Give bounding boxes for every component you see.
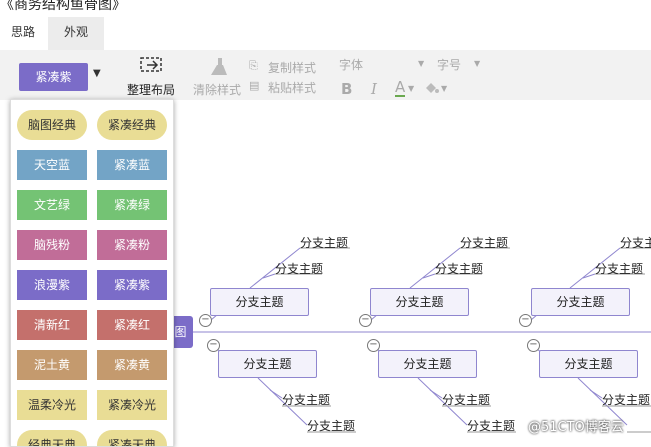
- tab-idea[interactable]: 思路: [0, 17, 46, 50]
- collapse-icon[interactable]: −: [199, 314, 212, 327]
- theme-dropdown-arrow-icon[interactable]: ▼: [93, 68, 101, 79]
- theme-option[interactable]: 脑图经典: [17, 110, 87, 140]
- theme-option[interactable]: 泥土黄: [17, 350, 87, 380]
- theme-option[interactable]: 温柔冷光: [17, 390, 87, 420]
- theme-option[interactable]: 脑残粉: [17, 230, 87, 260]
- font-color-button[interactable]: A: [395, 79, 406, 97]
- theme-option[interactable]: 紧凑冷光: [97, 390, 167, 420]
- sub-topic[interactable]: 分支主题: [467, 417, 515, 434]
- italic-button[interactable]: I: [371, 80, 377, 98]
- collapse-icon[interactable]: −: [359, 314, 372, 327]
- theme-option[interactable]: 紧凑黄: [97, 350, 167, 380]
- branch-topic[interactable]: 分支主题: [378, 350, 477, 378]
- collapse-icon[interactable]: −: [367, 339, 380, 352]
- theme-option[interactable]: 紧凑红: [97, 310, 167, 340]
- sub-topic[interactable]: 分支主题: [300, 234, 348, 251]
- clear-style-button[interactable]: 清除样式: [193, 81, 241, 98]
- sub-topic[interactable]: 分支主题: [620, 234, 651, 251]
- branch-topic[interactable]: 分支主题: [370, 288, 469, 316]
- theme-option[interactable]: 紧凑绿: [97, 190, 167, 220]
- copy-style-icon: ⎘: [249, 59, 258, 72]
- sub-topic[interactable]: 分支主题: [307, 417, 355, 434]
- sub-topic[interactable]: 分支主题: [602, 391, 650, 408]
- sub-topic[interactable]: 分支主题: [435, 260, 483, 277]
- watermark: @51CTO博客云: [528, 420, 624, 435]
- sub-topic[interactable]: 分支主题: [595, 260, 643, 277]
- font-color-arrow-icon: ▼: [408, 84, 415, 93]
- font-size-select[interactable]: 字号: [437, 56, 461, 73]
- font-size-arrow-icon: ▼: [474, 59, 481, 68]
- theme-option[interactable]: 紧凑蓝: [97, 150, 167, 180]
- collapse-icon[interactable]: −: [519, 314, 532, 327]
- sub-topic[interactable]: 分支主题: [282, 391, 330, 408]
- tab-bar: 思路 外观: [0, 17, 651, 50]
- theme-button[interactable]: 紧凑紫: [19, 63, 88, 91]
- clear-style-icon[interactable]: [207, 57, 229, 77]
- paste-style-button[interactable]: 粘贴样式: [268, 79, 316, 96]
- paste-style-icon: ▤: [249, 79, 260, 92]
- branch-topic[interactable]: 分支主题: [531, 288, 630, 316]
- theme-option[interactable]: 紧凑经典: [97, 110, 167, 140]
- theme-option[interactable]: 紧凑天典: [97, 430, 167, 446]
- copy-style-button[interactable]: 复制样式: [268, 59, 316, 76]
- collapse-icon[interactable]: −: [207, 339, 220, 352]
- theme-option[interactable]: 文艺绿: [17, 190, 87, 220]
- branch-topic[interactable]: 分支主题: [218, 350, 317, 378]
- arrange-layout-icon[interactable]: [138, 56, 166, 78]
- bold-button[interactable]: B: [341, 80, 352, 98]
- theme-option[interactable]: 浪漫紫: [17, 270, 87, 300]
- tab-appearance[interactable]: 外观: [48, 17, 104, 50]
- theme-option[interactable]: 紧凑紫: [97, 270, 167, 300]
- fill-color-bucket-icon[interactable]: [423, 80, 441, 96]
- theme-dropdown-menu: 脑图经典 紧凑经典 天空蓝 紧凑蓝 文艺绿 紧凑绿 脑残粉 紧凑粉 浪漫紫 紧凑…: [10, 99, 174, 447]
- branch-topic[interactable]: 分支主题: [210, 288, 309, 316]
- theme-option[interactable]: 天空蓝: [17, 150, 87, 180]
- sub-topic[interactable]: 分支主题: [275, 260, 323, 277]
- document-title: 《商务结构鱼骨图》: [0, 0, 126, 13]
- branch-topic[interactable]: 分支主题: [539, 350, 638, 378]
- sub-topic[interactable]: 分支主题: [460, 234, 508, 251]
- fill-color-arrow-icon: ▼: [441, 84, 448, 93]
- collapse-icon[interactable]: −: [527, 339, 540, 352]
- theme-option[interactable]: 紧凑粉: [97, 230, 167, 260]
- font-family-arrow-icon: ▼: [418, 59, 425, 68]
- arrange-layout-button[interactable]: 整理布局: [127, 81, 175, 98]
- theme-option[interactable]: 经典天典: [17, 430, 87, 446]
- font-family-select[interactable]: 字体: [339, 56, 363, 73]
- theme-option[interactable]: 清新红: [17, 310, 87, 340]
- toolbar: 紧凑紫 ▼ 整理布局 清除样式 ⎘ 复制样式 ▤ 粘贴样式 字体 ▼ 字号 ▼ …: [0, 50, 651, 100]
- sub-topic[interactable]: 分支主题: [442, 391, 490, 408]
